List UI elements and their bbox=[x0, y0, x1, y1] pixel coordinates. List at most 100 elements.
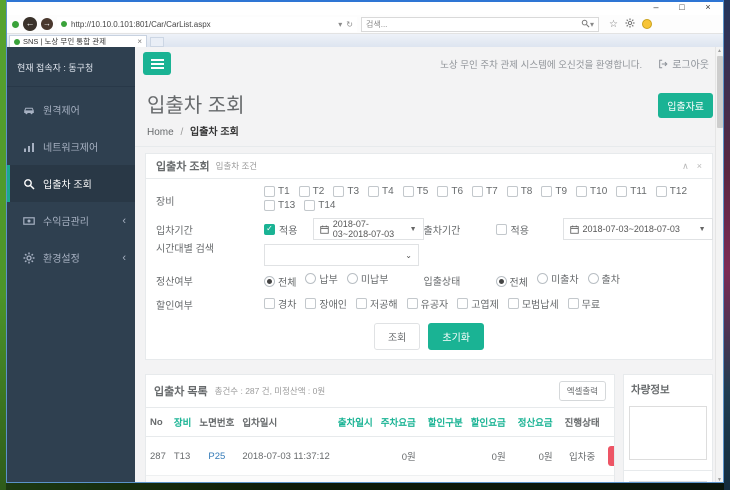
checkbox-unchecked-icon bbox=[333, 186, 344, 197]
device-checkbox-T1[interactable]: T1 bbox=[264, 186, 290, 197]
search-icon bbox=[23, 178, 35, 190]
device-checkbox-T2[interactable]: T2 bbox=[299, 186, 325, 197]
browser-tab[interactable]: SNS | 노상 무인 통합 관제 × bbox=[9, 35, 147, 47]
reset-button[interactable]: 초기화 bbox=[428, 323, 484, 350]
logout-button[interactable]: 로그아웃 bbox=[658, 56, 709, 71]
sidebar-item-remote-control[interactable]: 원격제어 bbox=[7, 91, 135, 128]
road-number-link[interactable]: P25 bbox=[208, 451, 225, 462]
discount-checkbox-장애인[interactable]: 장애인 bbox=[305, 296, 347, 311]
site-icon bbox=[61, 21, 67, 27]
cell-entry_time: 2018-07-03 11:37:12 bbox=[238, 437, 334, 476]
discount-checkbox-유공자[interactable]: 유공자 bbox=[407, 296, 449, 311]
entry-apply-checkbox[interactable]: 적용 bbox=[264, 222, 304, 237]
cell-discount_fee: 0원 bbox=[467, 476, 514, 484]
device-checkbox-T6[interactable]: T6 bbox=[437, 186, 463, 197]
cell-status: 입차중 bbox=[561, 476, 604, 484]
device-checkbox-T4[interactable]: T4 bbox=[368, 186, 394, 197]
inout-label: 입출상태 bbox=[424, 273, 496, 288]
search-input[interactable]: 검색... ▾ bbox=[361, 17, 599, 32]
delete-button[interactable]: ✕삭제 bbox=[608, 446, 615, 466]
refresh-icon[interactable]: ↻ bbox=[346, 20, 353, 29]
device-checkbox-T9[interactable]: T9 bbox=[541, 186, 567, 197]
page-scrollbar[interactable]: ▲ ▼ bbox=[715, 47, 723, 483]
exit-period-input[interactable]: 2018-07-03~2018-07-03 ▼ bbox=[563, 218, 713, 240]
breadcrumb-home[interactable]: Home bbox=[147, 127, 174, 138]
entry-period-input[interactable]: 2018-07-03~2018-07-03 ▼ bbox=[313, 218, 424, 240]
column-header-출차일시[interactable]: 출차일시 bbox=[334, 408, 377, 437]
checkbox-unchecked-icon bbox=[264, 186, 275, 197]
sidebar-item-car-inout-search[interactable]: 입출차 조회 bbox=[7, 165, 135, 202]
tab-close-icon[interactable]: × bbox=[137, 37, 142, 46]
url-field[interactable]: http://10.10.0.101:801/Car/CarList.aspx … bbox=[57, 17, 357, 32]
table-body: 287T13P252018-07-03 11:37:120원0원0원입차중✕삭제… bbox=[146, 437, 615, 484]
device-checkbox-T3[interactable]: T3 bbox=[333, 186, 359, 197]
device-checkbox-T11[interactable]: T11 bbox=[616, 186, 647, 197]
discount-checkbox-저공해[interactable]: 저공해 bbox=[356, 296, 398, 311]
inout-radio-전체[interactable]: 전체 bbox=[496, 274, 528, 289]
window-minimize-button[interactable]: – bbox=[645, 2, 667, 14]
cell-discount_type bbox=[424, 437, 467, 476]
time-range-select[interactable]: ⌄ bbox=[264, 244, 419, 266]
sidebar-toggle-button[interactable] bbox=[143, 52, 171, 75]
window-close-button[interactable]: × bbox=[697, 2, 719, 14]
settle-radio-미납부[interactable]: 미납부 bbox=[347, 271, 389, 286]
autocomplete-caret-icon[interactable]: ▾ bbox=[338, 20, 342, 29]
back-button[interactable]: ← bbox=[23, 17, 37, 31]
window-maximize-button[interactable]: □ bbox=[671, 2, 693, 14]
discount-checkbox-무료[interactable]: 무료 bbox=[568, 296, 600, 311]
device-checkbox-T13[interactable]: T13 bbox=[264, 200, 295, 211]
column-header-정산요금[interactable]: 정산요금 bbox=[514, 408, 561, 437]
column-header-할인요금[interactable]: 할인요금 bbox=[467, 408, 514, 437]
checkbox-unchecked-icon bbox=[304, 200, 315, 211]
inout-radio-미출차[interactable]: 미출차 bbox=[537, 271, 579, 286]
search-button[interactable]: 조회 bbox=[374, 323, 420, 350]
search-caret-icon[interactable]: ▾ bbox=[590, 20, 594, 29]
device-checkbox-T14[interactable]: T14 bbox=[304, 200, 335, 211]
chevron-down-icon: ⌄ bbox=[405, 251, 412, 260]
scrollbar-thumb[interactable] bbox=[717, 56, 723, 128]
gear-icon[interactable] bbox=[625, 15, 635, 33]
settle-radio-전체[interactable]: 전체 bbox=[264, 274, 296, 289]
checkbox-unchecked-icon bbox=[368, 186, 379, 197]
checkbox-unchecked-icon bbox=[472, 186, 483, 197]
device-checkbox-T12[interactable]: T12 bbox=[656, 186, 687, 197]
device-checkbox-T7[interactable]: T7 bbox=[472, 186, 498, 197]
vehicle-photo-2[interactable] bbox=[629, 481, 707, 483]
calendar-icon bbox=[570, 225, 579, 234]
discount-checkbox-모범납세[interactable]: 모범납세 bbox=[508, 296, 559, 311]
radio-icon bbox=[305, 273, 316, 284]
exit-apply-checkbox[interactable]: 적용 bbox=[496, 222, 554, 237]
welcome-message: 노상 무인 주차 관제 시스템에 오신것을 환영합니다. bbox=[440, 57, 642, 71]
feedback-smiley-icon[interactable] bbox=[642, 19, 652, 29]
filter-panel-header: 입출차 조회 입출차 조건 ∧ × bbox=[146, 154, 712, 179]
discount-checkbox-경차[interactable]: 경차 bbox=[264, 296, 296, 311]
cell-road_no: P15 bbox=[195, 476, 238, 484]
vehicle-photo-1[interactable] bbox=[629, 406, 707, 460]
device-checkbox-T8[interactable]: T8 bbox=[507, 186, 533, 197]
inout-data-button[interactable]: 입출자료 bbox=[658, 93, 713, 118]
sidebar-item-network-control[interactable]: 네트워크제어 bbox=[7, 128, 135, 165]
excel-export-button[interactable]: 엑셀출력 bbox=[559, 381, 606, 401]
discount-checkbox-고엽제[interactable]: 고엽제 bbox=[457, 296, 499, 311]
column-header-할인구분[interactable]: 할인구분 bbox=[424, 408, 467, 437]
device-checkbox-T10[interactable]: T10 bbox=[576, 186, 607, 197]
panel-collapse-icon[interactable]: ∧ bbox=[682, 161, 689, 172]
column-header-삭제: 삭제 bbox=[604, 408, 615, 437]
new-tab-button[interactable] bbox=[150, 37, 164, 47]
magnifier-icon[interactable] bbox=[581, 15, 590, 33]
caret-down-icon: ▼ bbox=[699, 226, 706, 233]
favorites-star-icon[interactable]: ☆ bbox=[609, 19, 618, 30]
panel-close-icon[interactable]: × bbox=[697, 161, 702, 172]
column-header-장비[interactable]: 장비 bbox=[170, 408, 195, 437]
sidebar-item-settings[interactable]: 환경설정‹ bbox=[7, 239, 135, 276]
cell-exit_time bbox=[334, 476, 377, 484]
forward-button[interactable]: → bbox=[41, 18, 53, 30]
scroll-down-icon[interactable]: ▼ bbox=[717, 476, 722, 483]
column-header-주차요금[interactable]: 주차요금 bbox=[377, 408, 424, 437]
main-area: 노상 무인 주차 관제 시스템에 오신것을 환영합니다. 로그아웃 입출차 조회… bbox=[135, 47, 723, 483]
scroll-up-icon[interactable]: ▲ bbox=[717, 47, 722, 56]
sidebar-item-revenue-management[interactable]: 수익금관리‹ bbox=[7, 202, 135, 239]
device-checkbox-T5[interactable]: T5 bbox=[403, 186, 429, 197]
inout-radio-출차[interactable]: 출차 bbox=[588, 271, 620, 286]
settle-radio-납부[interactable]: 납부 bbox=[305, 271, 337, 286]
